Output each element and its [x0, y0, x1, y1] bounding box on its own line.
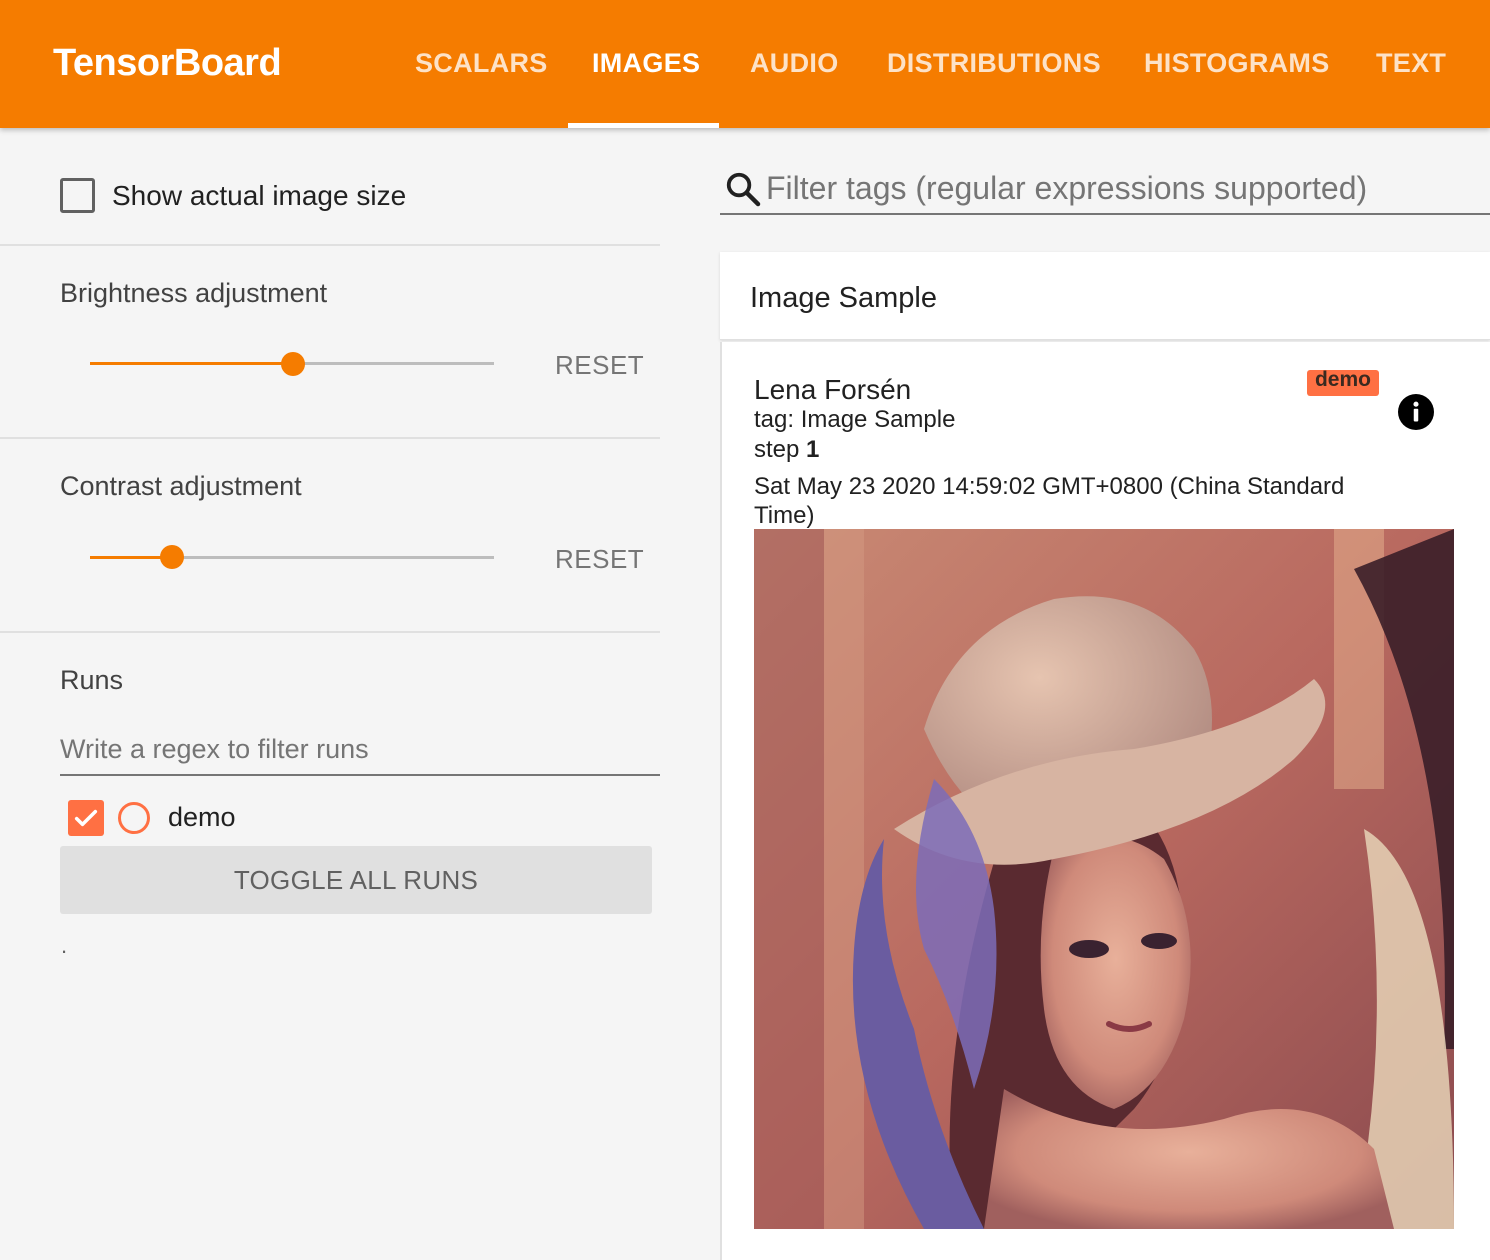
card-title: Image Sample — [750, 282, 937, 314]
info-icon[interactable] — [1398, 394, 1434, 430]
step-label: step — [754, 436, 800, 463]
tab-images[interactable]: IMAGES — [592, 48, 700, 79]
brightness-label: Brightness adjustment — [60, 278, 328, 308]
step-value: 1 — [806, 436, 820, 463]
sidebar: Show actual image size Brightness adjust… — [0, 128, 660, 1260]
runs-title: Runs — [60, 665, 124, 695]
contrast-label: Contrast adjustment — [60, 471, 302, 501]
show-actual-size-checkbox[interactable] — [60, 178, 95, 213]
tab-text[interactable]: TEXT — [1376, 48, 1446, 79]
show-actual-size-label: Show actual image size — [112, 180, 407, 211]
run-label-demo: demo — [168, 802, 236, 832]
top-toolbar: TensorBoard SCALARS IMAGES AUDIO DISTRIB… — [0, 0, 1490, 128]
active-tab-indicator — [568, 123, 719, 128]
tag-filter-input[interactable] — [766, 164, 1466, 212]
tab-scalars[interactable]: SCALARS — [415, 48, 548, 79]
runs-footer-text: . — [61, 933, 68, 958]
tab-distributions[interactable]: DISTRIBUTIONS — [887, 48, 1101, 79]
runs-filter-input[interactable] — [60, 724, 660, 776]
brightness-slider-knob[interactable] — [281, 352, 305, 376]
contrast-reset-button[interactable]: RESET — [555, 544, 644, 575]
image-step: step 1 — [754, 436, 819, 464]
divider — [0, 631, 660, 633]
brightness-reset-button[interactable]: RESET — [555, 350, 644, 381]
image-run-name: Lena Forsén — [754, 374, 912, 405]
contrast-slider-knob[interactable] — [160, 545, 184, 569]
run-color-radio-demo[interactable] — [118, 802, 150, 834]
app-title: TensorBoard — [53, 42, 282, 84]
run-checkbox-demo[interactable] — [68, 800, 104, 836]
image-card-header[interactable]: Image Sample — [720, 252, 1490, 340]
run-badge: demo — [1307, 369, 1379, 396]
sample-image[interactable] — [754, 529, 1454, 1229]
tab-audio[interactable]: AUDIO — [750, 48, 839, 79]
image-timestamp: Sat May 23 2020 14:59:02 GMT+0800 (China… — [754, 473, 1345, 529]
divider — [0, 244, 660, 246]
image-tag: tag: Image Sample — [754, 406, 956, 433]
divider — [0, 437, 660, 439]
check-icon — [74, 809, 98, 827]
image-card: Lena Forsén demo tag: Image Sample step … — [720, 342, 1490, 1260]
search-icon — [726, 172, 761, 207]
tag-filter-underline — [720, 213, 1490, 215]
toggle-all-runs-button[interactable]: TOGGLE ALL RUNS — [60, 846, 652, 914]
tab-histograms[interactable]: HISTOGRAMS — [1144, 48, 1330, 79]
brightness-slider-fill — [90, 362, 292, 365]
